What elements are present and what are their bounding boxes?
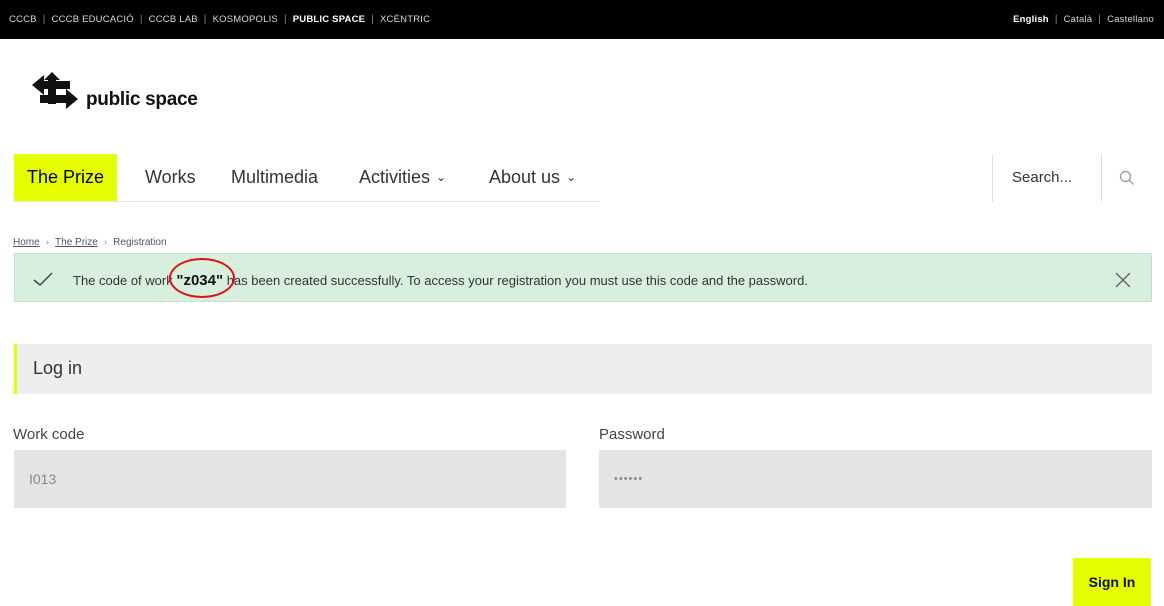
alert-suffix: has been created successfully. To access… <box>223 273 808 288</box>
site-link-xcentric[interactable]: XCÈNTRIC <box>380 14 430 25</box>
login-title: Log in <box>33 358 83 378</box>
nav-item-the-prize[interactable]: The Prize <box>14 154 118 201</box>
breadcrumb-the-prize[interactable]: The Prize <box>55 237 98 248</box>
divider: | <box>139 14 143 25</box>
nav-item-label: About us <box>489 167 561 187</box>
site-link-public-space[interactable]: PUBLIC SPACE <box>293 14 365 25</box>
password-label: Password <box>599 426 665 443</box>
site-link-cccb[interactable]: CCCB <box>9 14 37 25</box>
site-logo[interactable]: public space <box>30 72 198 112</box>
search-icon <box>1119 170 1134 185</box>
close-icon[interactable] <box>1115 272 1131 288</box>
top-bar: CCCB | CCCB EDUCACIÓ | CCCB LAB | KOSMOP… <box>0 0 1164 39</box>
chevron-down-icon: ⌄ <box>566 170 577 184</box>
divider: | <box>283 14 287 25</box>
nav-underline <box>14 201 599 202</box>
checkmark-icon <box>33 272 53 287</box>
nav-item-works[interactable]: Works <box>132 154 209 201</box>
success-alert: The code of work "z034" has been created… <box>14 253 1152 302</box>
arrows-logo-icon <box>30 72 80 112</box>
search-button[interactable] <box>1102 154 1152 202</box>
logo-text: public space <box>86 89 198 110</box>
divider: | <box>371 14 375 25</box>
breadcrumb-home[interactable]: Home <box>13 237 40 248</box>
site-link-kosmopolis[interactable]: KOSMOPOLIS <box>213 14 278 25</box>
language-english[interactable]: English <box>1013 14 1049 25</box>
login-section-header: Log in <box>14 344 1152 394</box>
alert-prefix: The code of work <box>73 273 177 288</box>
language-catala[interactable]: Català <box>1064 14 1093 25</box>
main-nav: The Prize Works Multimedia Activities ⌄ A… <box>0 154 1164 202</box>
work-code-value: "z034" <box>176 272 224 289</box>
nav-item-label: Activities <box>359 167 431 187</box>
sign-in-button[interactable]: Sign In <box>1073 558 1151 606</box>
language-castellano[interactable]: Castellano <box>1107 14 1154 25</box>
work-code-field[interactable] <box>14 450 566 508</box>
password-field[interactable] <box>599 450 1152 508</box>
nav-item-multimedia[interactable]: Multimedia <box>218 154 331 201</box>
breadcrumb-current: Registration <box>113 237 167 248</box>
nav-item-about-us[interactable]: About us ⌄ <box>476 154 589 201</box>
site-link-cccb-lab[interactable]: CCCB LAB <box>149 14 198 25</box>
divider: | <box>1098 14 1102 25</box>
site-links: CCCB | CCCB EDUCACIÓ | CCCB LAB | KOSMOP… <box>9 14 430 25</box>
nav-item-label: The Prize <box>27 167 105 187</box>
breadcrumb-separator: › <box>45 237 50 248</box>
nav-item-label: Works <box>145 167 196 187</box>
language-switcher: English | Català | Castellano <box>1013 14 1154 25</box>
search-input[interactable]: Search... <box>992 154 1102 202</box>
site-link-cccb-educacio[interactable]: CCCB EDUCACIÓ <box>52 14 134 25</box>
breadcrumb: Home › The Prize › Registration <box>13 237 167 248</box>
breadcrumb-separator: › <box>103 237 108 248</box>
divider: | <box>42 14 46 25</box>
divider: | <box>1054 14 1058 25</box>
divider: | <box>203 14 207 25</box>
chevron-down-icon: ⌄ <box>436 170 447 184</box>
nav-item-activities[interactable]: Activities ⌄ <box>346 154 459 201</box>
nav-item-label: Multimedia <box>231 167 319 187</box>
alert-message: The code of work "z034" has been created… <box>73 272 808 289</box>
work-code-label: Work code <box>13 426 85 443</box>
